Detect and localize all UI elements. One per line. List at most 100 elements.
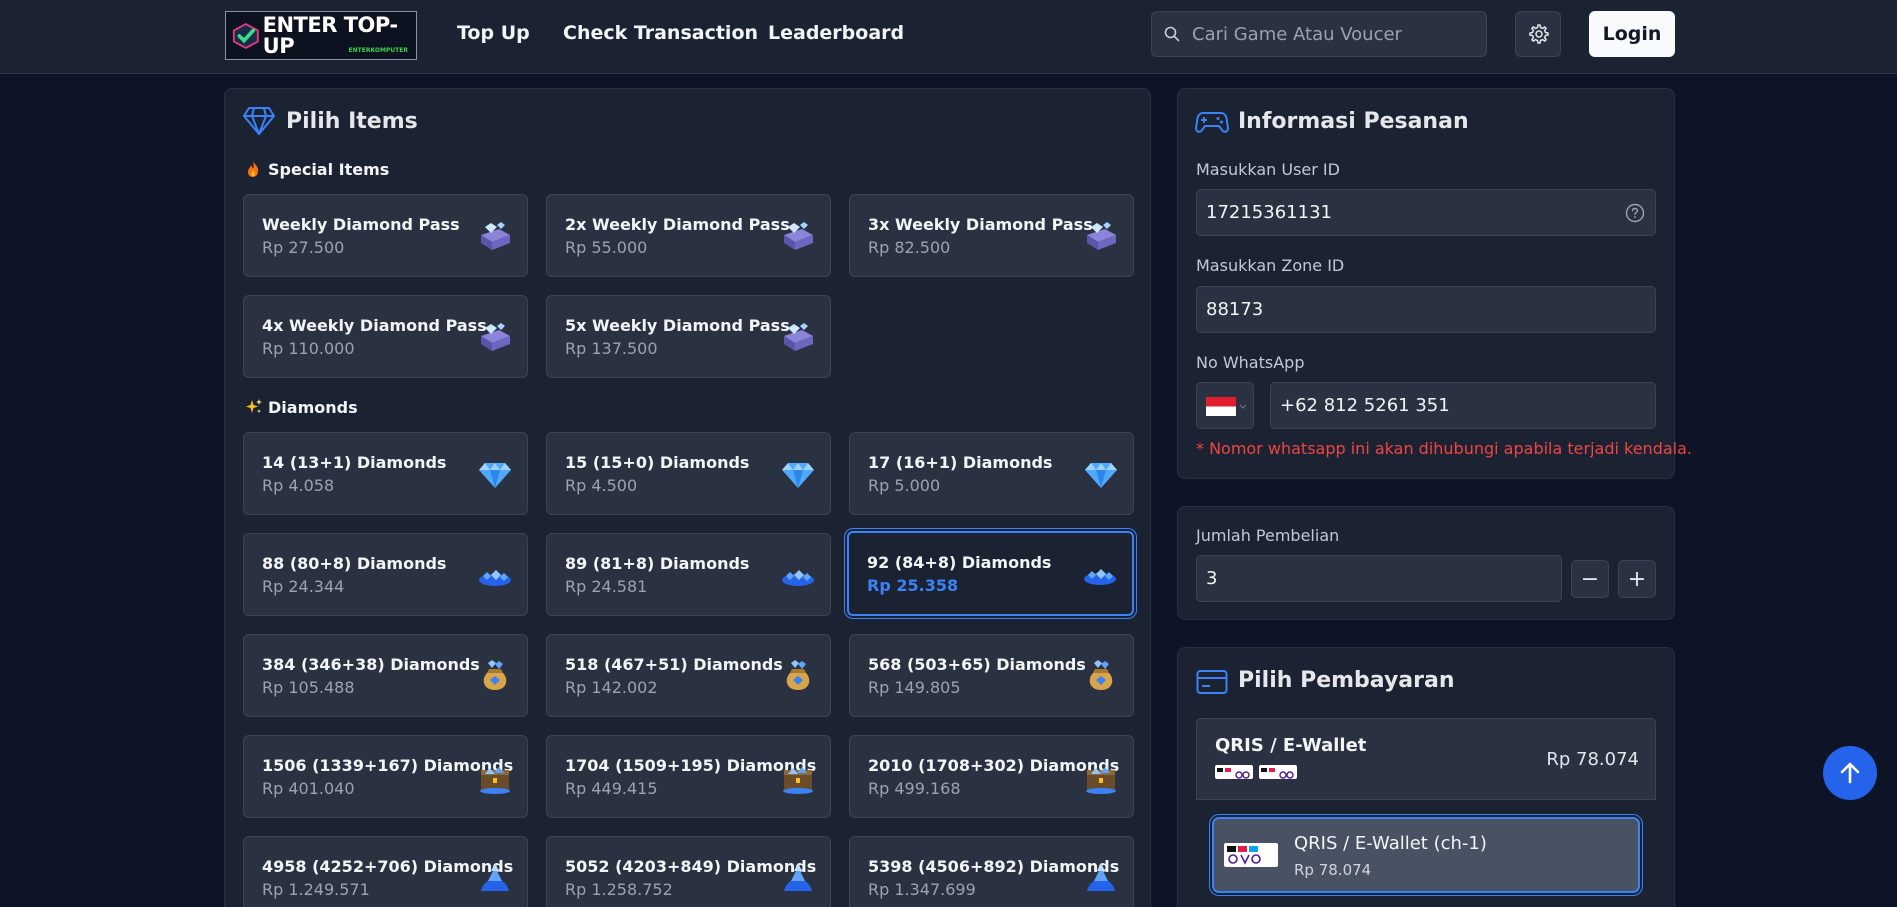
item-price: Rp 24.344 (262, 577, 345, 596)
diamond-pile-icon (479, 570, 511, 586)
item-name: 4958 (4252+706) Diamonds (262, 857, 514, 876)
item-name: 88 (80+8) Diamonds (262, 554, 447, 573)
diamond-heap-icon (1087, 863, 1115, 891)
item-price: Rp 82.500 (868, 238, 951, 257)
item-card-5x-weekly-pass[interactable]: 5x Weekly Diamond Pass Rp 137.500 (546, 295, 831, 378)
qris-ovo-logo (1215, 765, 1253, 779)
logo-check-icon (232, 22, 259, 49)
diamond-card-384[interactable]: 384 (346+38) Diamonds Rp 105.488 (243, 634, 528, 717)
item-name: 5x Weekly Diamond Pass (565, 316, 790, 335)
whatsapp-input[interactable] (1271, 383, 1655, 428)
diamond-card-518[interactable]: 518 (467+51) Diamonds Rp 142.002 (546, 634, 831, 717)
diamond-pass-chest-icon (784, 323, 813, 351)
nav-leaderboard[interactable]: Leaderboard (768, 22, 904, 44)
whatsapp-note: * Nomor whatsapp ini akan dihubungi apab… (1196, 439, 1692, 458)
credit-card-icon (1196, 670, 1228, 694)
item-name: 568 (503+65) Diamonds (868, 655, 1086, 674)
zone-id-input[interactable] (1197, 287, 1655, 332)
search-input[interactable] (1192, 23, 1462, 45)
country-code-select[interactable] (1196, 382, 1254, 429)
diamond-card-2010[interactable]: 2010 (1708+302) Diamonds Rp 499.168 (849, 735, 1134, 818)
diamond-chest-icon (480, 767, 510, 794)
diamond-card-88[interactable]: 88 (80+8) Diamonds Rp 24.344 (243, 533, 528, 616)
item-price: Rp 449.415 (565, 779, 658, 798)
top-navbar: ENTER TOP-UP ENTERKOMPUTER Top Up Check … (0, 0, 1897, 74)
item-name: 3x Weekly Diamond Pass (868, 215, 1093, 234)
diamond-card-1704[interactable]: 1704 (1509+195) Diamonds Rp 449.415 (546, 735, 831, 818)
item-card-3x-weekly-pass[interactable]: 3x Weekly Diamond Pass Rp 82.500 (849, 194, 1134, 277)
item-price: Rp 55.000 (565, 238, 648, 257)
gamepad-icon (1195, 112, 1229, 133)
qris-ovo-logo (1259, 765, 1297, 779)
search-icon (1164, 26, 1180, 42)
nav-top-up[interactable]: Top Up (457, 22, 530, 44)
diamond-chest-icon (783, 767, 813, 794)
arrow-up-icon (1840, 762, 1860, 784)
item-price: Rp 4.500 (565, 476, 638, 495)
nav-check-transaction[interactable]: Check Transaction (563, 22, 758, 44)
diamond-card-5398[interactable]: 5398 (4506+892) Diamonds Rp 1.347.699 (849, 836, 1134, 907)
payment-option-name: QRIS / E-Wallet (ch-1) (1294, 833, 1487, 854)
item-card-2x-weekly-pass[interactable]: 2x Weekly Diamond Pass Rp 55.000 (546, 194, 831, 277)
diamond-heap-icon (784, 863, 812, 891)
search-box[interactable] (1151, 11, 1487, 57)
special-items-label: Special Items (268, 160, 390, 179)
item-price: Rp 1.258.752 (565, 880, 673, 899)
item-name: 15 (15+0) Diamonds (565, 453, 750, 472)
diamond-card-92-selected[interactable]: 92 (84+8) Diamonds Rp 25.358 (847, 531, 1134, 616)
item-card-weekly-pass[interactable]: Weekly Diamond Pass Rp 27.500 (243, 194, 528, 277)
diamond-card-1506[interactable]: 1506 (1339+167) Diamonds Rp 401.040 (243, 735, 528, 818)
item-name: 5052 (4203+849) Diamonds (565, 857, 817, 876)
item-price: Rp 137.500 (565, 339, 658, 358)
item-price: Rp 401.040 (262, 779, 355, 798)
diamond-pass-chest-icon (784, 222, 813, 250)
payment-option-qris-ch1[interactable]: QRIS / E-Wallet (ch-1) Rp 78.074 (1212, 817, 1640, 893)
zone-id-label: Masukkan Zone ID (1196, 256, 1345, 275)
diamond-pile-icon (782, 570, 814, 586)
diamonds-label: Diamonds (268, 398, 358, 417)
qris-ovo-logo-icon (1227, 846, 1261, 865)
fire-icon (248, 161, 259, 177)
payment-group-qris-ewallet[interactable]: QRIS / E-Wallet Rp 78.074 (1196, 718, 1656, 800)
item-name: Weekly Diamond Pass (262, 215, 460, 234)
item-price: Rp 5.000 (868, 476, 941, 495)
whatsapp-field[interactable] (1270, 382, 1656, 429)
whatsapp-label: No WhatsApp (1196, 353, 1305, 372)
diamond-card-17[interactable]: 17 (16+1) Diamonds Rp 5.000 (849, 432, 1134, 515)
login-button[interactable]: Login (1589, 11, 1675, 57)
zone-id-field[interactable] (1196, 286, 1656, 333)
help-circle-icon[interactable] (1625, 203, 1645, 223)
diamond-card-5052[interactable]: 5052 (4203+849) Diamonds Rp 1.258.752 (546, 836, 831, 907)
item-price: Rp 1.347.699 (868, 880, 976, 899)
qris-logo-icon (1217, 768, 1250, 779)
scroll-to-top-button[interactable] (1823, 746, 1877, 800)
item-name: 17 (16+1) Diamonds (868, 453, 1053, 472)
diamond-card-89[interactable]: 89 (81+8) Diamonds Rp 24.581 (546, 533, 831, 616)
item-price: Rp 149.805 (868, 678, 961, 697)
user-id-input[interactable] (1197, 190, 1655, 235)
payment-group-price: Rp 78.074 (1546, 749, 1639, 770)
item-name: 518 (467+51) Diamonds (565, 655, 783, 674)
diamond-card-568[interactable]: 568 (503+65) Diamonds Rp 149.805 (849, 634, 1134, 717)
diamond-card-14[interactable]: 14 (13+1) Diamonds Rp 4.058 (243, 432, 528, 515)
increment-button[interactable]: + (1618, 560, 1656, 598)
single-diamond-icon (782, 463, 814, 488)
item-name: 1506 (1339+167) Diamonds (262, 756, 514, 775)
quantity-field[interactable] (1196, 555, 1562, 602)
diamond-heap-icon (481, 863, 509, 891)
diamond-outline-icon (243, 107, 275, 135)
settings-button[interactable] (1515, 11, 1561, 57)
diamond-card-4958[interactable]: 4958 (4252+706) Diamonds Rp 1.249.571 (243, 836, 528, 907)
quantity-input[interactable] (1197, 556, 1561, 601)
diamond-card-15[interactable]: 15 (15+0) Diamonds Rp 4.500 (546, 432, 831, 515)
user-id-field[interactable] (1196, 189, 1656, 236)
site-logo[interactable]: ENTER TOP-UP ENTERKOMPUTER (225, 11, 417, 60)
item-price: Rp 24.581 (565, 577, 648, 596)
payment-title: Pilih Pembayaran (1238, 668, 1455, 693)
item-card-4x-weekly-pass[interactable]: 4x Weekly Diamond Pass Rp 110.000 (243, 295, 528, 378)
diamond-pile-icon (1084, 569, 1116, 585)
decrement-button[interactable]: − (1571, 560, 1609, 598)
item-price: Rp 25.358 (867, 576, 959, 595)
item-price: Rp 110.000 (262, 339, 355, 358)
items-panel-title: Pilih Items (286, 109, 418, 134)
